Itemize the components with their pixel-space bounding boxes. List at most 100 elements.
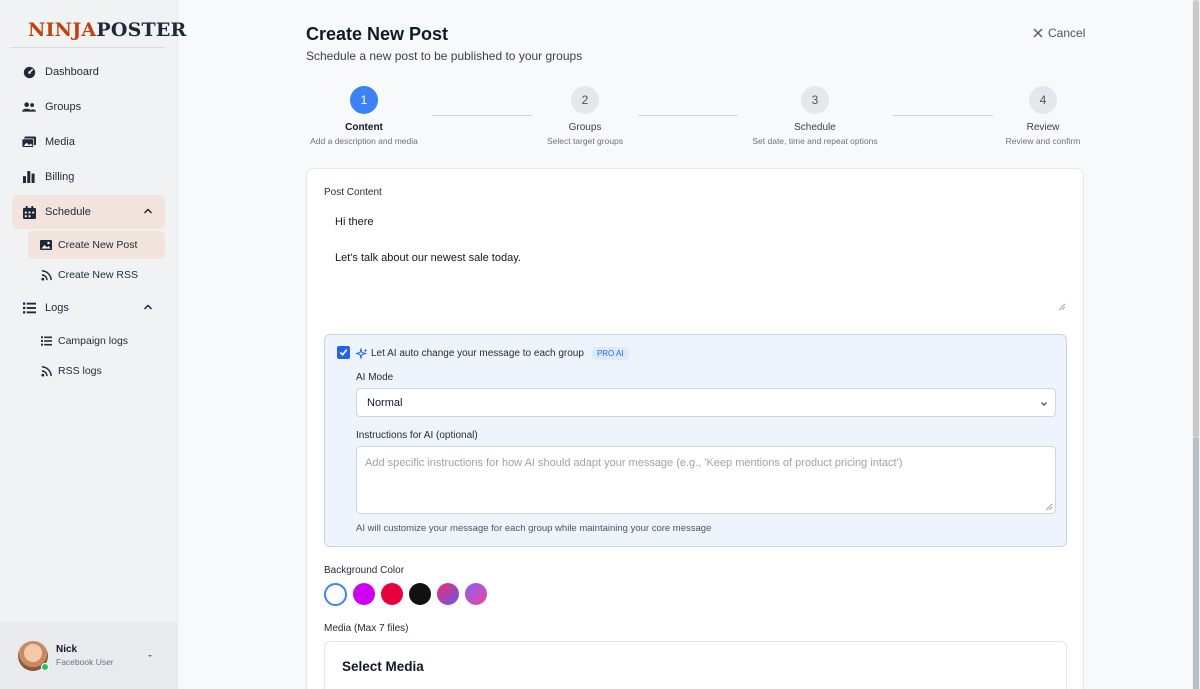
ai-mode-value: Normal: [367, 397, 403, 409]
users-icon: [22, 100, 36, 114]
step-connector: [432, 115, 532, 116]
color-swatch-gradient-pink-blue[interactable]: [437, 583, 459, 605]
sidebar-item-label: Schedule: [45, 206, 91, 218]
step-number: 4: [1029, 86, 1057, 114]
chevron-up-icon[interactable]: [143, 302, 153, 312]
main-content: Create New Post Schedule a new post to b…: [178, 0, 1192, 689]
chevron-up-icon[interactable]: [143, 206, 153, 216]
step-description: Set date, time and repeat options: [752, 136, 878, 146]
pro-ai-badge: PRO AI: [591, 347, 629, 360]
step-description: Select target groups: [546, 136, 624, 146]
avatar: [18, 640, 49, 671]
step-label: Review: [1026, 122, 1060, 133]
sidebar-item-label: Groups: [45, 101, 82, 113]
calendar-icon: [22, 205, 36, 219]
sidebar-item-schedule[interactable]: Schedule: [12, 195, 165, 229]
post-form-card: Post Content Hi there Let's talk about o…: [306, 168, 1084, 689]
ai-instructions-label: Instructions for AI (optional): [356, 430, 478, 441]
sidebar-subitem-label: RSS logs: [58, 365, 102, 377]
ai-help-text: AI will customize your message for each …: [356, 523, 712, 534]
bar-chart-icon: [22, 170, 36, 184]
resize-handle-icon[interactable]: [1058, 303, 1066, 311]
images-icon: [22, 135, 36, 149]
sidebar-item-groups[interactable]: Groups: [12, 90, 165, 124]
step-number: 2: [571, 86, 599, 114]
sidebar-nav: Dashboard Groups Media Billing Schedule: [0, 48, 177, 385]
page-scrollbar[interactable]: [1192, 0, 1200, 689]
ai-auto-change-row: Let AI auto change your message to each …: [356, 347, 629, 360]
sidebar-item-label: Dashboard: [45, 66, 99, 78]
step-description: Review and confirm: [1005, 136, 1081, 146]
step-connector: [893, 115, 993, 116]
sidebar-item-label: Logs: [45, 302, 69, 314]
ai-instructions-textarea[interactable]: Add specific instructions for how AI sho…: [356, 446, 1056, 514]
brand-name: NINJAPOSTER: [28, 19, 187, 41]
cancel-button[interactable]: Cancel: [1033, 26, 1085, 40]
caret-down-icon[interactable]: [146, 652, 154, 660]
media-label: Media (Max 7 files): [324, 623, 409, 634]
image-icon: [40, 239, 52, 251]
dashboard-icon: [22, 65, 36, 79]
sidebar-item-billing[interactable]: Billing: [12, 160, 165, 194]
sidebar-item-label: Media: [45, 136, 75, 148]
check-icon: [339, 349, 348, 356]
sidebar-subitem-rss-logs[interactable]: RSS logs: [28, 357, 165, 385]
ai-auto-change-label: Let AI auto change your message to each …: [371, 348, 584, 359]
sidebar-subitem-campaign-logs[interactable]: Campaign logs: [28, 327, 165, 355]
color-swatch-white[interactable]: [324, 583, 347, 606]
brand-logo[interactable]: NINJAPOSTER: [10, 0, 186, 48]
step-number: 3: [801, 86, 829, 114]
sidebar-subitem-label: Campaign logs: [58, 335, 129, 347]
color-swatch-gradient-purple-pink[interactable]: [465, 583, 487, 605]
sparkles-icon: [356, 347, 368, 360]
select-media-title: Select Media: [342, 659, 424, 674]
resize-handle-icon[interactable]: [1045, 503, 1053, 511]
page-subtitle: Schedule a new post to be published to y…: [306, 49, 583, 63]
ai-options-panel: Let AI auto change your message to each …: [324, 334, 1067, 547]
step-label: Groups: [568, 122, 602, 133]
step-review[interactable]: 4 Review Review and confirm: [1000, 86, 1086, 146]
list-icon: [22, 301, 36, 315]
sidebar-subitem-create-new-post[interactable]: Create New Post: [28, 231, 165, 259]
sidebar: NINJAPOSTER Dashboard Groups Media Billi…: [0, 0, 186, 689]
color-swatch-magenta[interactable]: [353, 583, 375, 605]
cancel-label: Cancel: [1048, 26, 1086, 40]
color-swatch-red[interactable]: [381, 583, 403, 605]
step-number: 1: [350, 86, 378, 114]
online-status-dot: [41, 662, 49, 671]
step-content[interactable]: 1 Content Add a description and media: [306, 86, 422, 146]
ai-auto-change-checkbox[interactable]: [337, 346, 350, 359]
background-color-label: Background Color: [324, 565, 405, 576]
rss-icon: [40, 269, 52, 281]
post-content-textarea[interactable]: Hi there Let's talk about our newest sal…: [335, 213, 1068, 313]
post-content-label: Post Content: [324, 187, 382, 198]
select-media-panel[interactable]: Select Media: [324, 641, 1067, 689]
ai-mode-select[interactable]: Normal: [356, 388, 1056, 417]
stepper: 1 Content Add a description and media 2 …: [306, 86, 1084, 150]
step-schedule[interactable]: 3 Schedule Set date, time and repeat opt…: [742, 86, 888, 146]
page-title: Create New Post: [306, 24, 449, 44]
scrollbar-track-upper: [1193, 0, 1199, 438]
step-description: Add a description and media: [310, 136, 418, 146]
step-label: Schedule: [794, 122, 836, 133]
sidebar-item-logs[interactable]: Logs: [12, 291, 165, 325]
close-icon: [1033, 28, 1043, 38]
ai-instructions-placeholder: Add specific instructions for how AI sho…: [365, 457, 903, 469]
sidebar-subitem-create-new-rss[interactable]: Create New RSS: [28, 261, 165, 289]
step-label: Content: [345, 122, 383, 133]
sidebar-item-media[interactable]: Media: [12, 125, 165, 159]
sidebar-item-dashboard[interactable]: Dashboard: [12, 55, 165, 89]
sidebar-subitem-label: Create New RSS: [58, 269, 138, 281]
scrollbar-thumb[interactable]: [1193, 438, 1199, 689]
user-info: Nick Facebook User: [56, 644, 114, 667]
ai-mode-label: AI Mode: [356, 372, 394, 383]
user-role: Facebook User: [56, 657, 114, 667]
user-menu[interactable]: Nick Facebook User: [0, 622, 178, 689]
step-groups[interactable]: 2 Groups Select target groups: [536, 86, 634, 146]
list-icon: [40, 335, 52, 347]
user-name: Nick: [56, 644, 78, 655]
chevron-down-icon: [1041, 402, 1047, 406]
color-swatch-black[interactable]: [409, 583, 431, 605]
rss-icon: [40, 365, 52, 377]
step-connector: [638, 115, 738, 116]
